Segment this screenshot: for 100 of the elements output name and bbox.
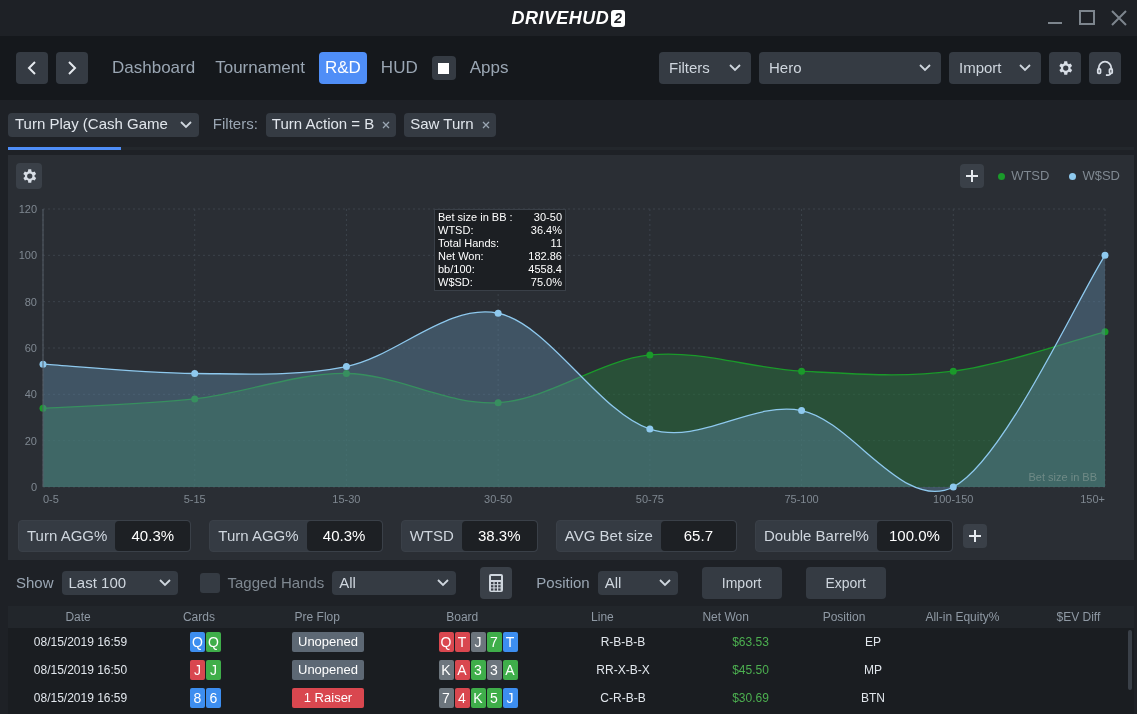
column-header[interactable]: Date <box>65 608 91 626</box>
table-cell-text: $45.50 <box>732 662 769 679</box>
tooltip-label: Bet size in BB : <box>438 211 513 224</box>
playing-card: 3 <box>486 660 502 680</box>
chevron-down-icon <box>658 579 671 587</box>
preflop-tag: Unopened <box>292 632 364 652</box>
chart-settings-button[interactable] <box>16 163 42 189</box>
playing-card: 8 <box>190 688 205 708</box>
data-point <box>191 370 199 377</box>
chevron-down-icon <box>437 579 450 587</box>
back-button[interactable] <box>16 52 48 84</box>
column-header[interactable]: Position <box>822 608 866 626</box>
x-tick-label: 5-15 <box>183 493 206 505</box>
tooltip-label: W$SD: <box>438 276 473 289</box>
playing-card: K <box>470 688 486 708</box>
show-dropdown[interactable]: Last 100 <box>61 571 178 595</box>
column-header[interactable]: Line <box>591 608 614 626</box>
data-point <box>949 483 957 491</box>
column-header[interactable]: Pre Flop <box>294 608 340 626</box>
add-button[interactable] <box>960 164 985 188</box>
tooltip-value: 11 <box>550 237 562 250</box>
playing-card: Q <box>438 632 454 652</box>
import-button[interactable]: Import <box>701 567 782 599</box>
tooltip-value: 75.0% <box>530 276 562 289</box>
x-tick-label: 150+ <box>1080 493 1105 505</box>
nav-tab[interactable]: Tournament <box>209 52 311 84</box>
filters-dropdown[interactable]: Filters <box>659 52 751 84</box>
report-dropdown[interactable]: Turn Play (Cash Game <box>8 112 199 137</box>
tooltip-value: 4558.4 <box>528 263 562 276</box>
table-cell-text: R-B-B-B <box>600 634 646 651</box>
data-point <box>646 425 654 433</box>
close-icon[interactable] <box>382 120 391 129</box>
table-cell-text: EP <box>865 634 881 651</box>
nav-tab[interactable]: Dashboard <box>106 52 202 84</box>
data-point <box>798 367 806 375</box>
import-dropdown[interactable]: Import <box>949 52 1041 84</box>
nav-tab[interactable]: HUD <box>374 52 424 84</box>
stat-label: AVG Bet size <box>564 525 654 546</box>
add-stat-button[interactable] <box>962 524 987 548</box>
x-tick-label: 30-50 <box>484 493 513 505</box>
stat-label: Turn AGG% <box>27 525 109 546</box>
close-icon[interactable] <box>1109 8 1129 28</box>
tooltip-label: Total Hands: <box>438 237 500 250</box>
x-tick-label: 50-75 <box>635 493 664 505</box>
data-point <box>949 367 957 375</box>
plus-icon <box>965 169 980 183</box>
position-dropdown[interactable]: All <box>597 571 678 595</box>
data-point <box>494 399 502 407</box>
preflop-tag: Unopened <box>292 660 364 680</box>
nav-link[interactable]: Apps <box>463 55 515 81</box>
hud-checkbox[interactable] <box>431 56 456 80</box>
legend-label: WTSD <box>1011 167 1050 186</box>
y-tick-label: 0 <box>30 481 37 493</box>
x-tick-label: 0-5 <box>43 493 59 505</box>
filter-chip[interactable]: Turn Action = B <box>265 112 397 137</box>
playing-card: J <box>190 660 205 680</box>
table-cell-text: $63.53 <box>732 634 769 651</box>
maximize-icon[interactable] <box>1077 8 1097 28</box>
playing-card: Q <box>206 632 221 652</box>
chevron-down-icon <box>158 579 171 587</box>
column-header[interactable]: Cards <box>182 608 215 626</box>
playing-card: J <box>470 632 486 652</box>
tooltip-label: Net Won: <box>438 250 484 263</box>
column-header[interactable]: Board <box>446 608 479 626</box>
support-button[interactable] <box>1089 52 1121 84</box>
stat-label: Turn AGG% <box>218 525 300 546</box>
forward-button[interactable] <box>56 52 88 84</box>
settings-button[interactable] <box>1049 52 1081 84</box>
column-header[interactable]: All-in Equity% <box>925 608 1000 626</box>
table-cell-text: MP <box>864 662 882 679</box>
logo-text: DRIVEHUD <box>511 6 610 30</box>
tagged-dropdown[interactable]: All <box>332 571 457 595</box>
column-header[interactable]: $EV Diff <box>1056 608 1101 626</box>
logo-badge: 2 <box>611 9 626 27</box>
tagged-checkbox[interactable] <box>199 573 220 593</box>
playing-card: 6 <box>206 688 221 708</box>
table-cell-text: $30.69 <box>732 690 769 707</box>
close-icon[interactable] <box>481 120 490 129</box>
playing-card: T <box>502 632 518 652</box>
calculator-button[interactable] <box>480 567 513 599</box>
y-tick-label: 100 <box>18 249 37 262</box>
playing-card: K <box>438 660 454 680</box>
filter-chip[interactable]: Saw Turn <box>404 112 496 137</box>
show-label: Show <box>16 572 54 593</box>
tooltip-value: 36.4% <box>530 224 562 237</box>
stat-value: 65.7 <box>660 521 736 551</box>
y-tick-label: 20 <box>24 434 37 447</box>
playing-card: 5 <box>486 688 502 708</box>
chevron-down-icon <box>729 64 741 72</box>
player-dropdown[interactable]: Hero <box>759 52 941 84</box>
y-tick-label: 80 <box>24 295 37 308</box>
stat-value: 40.3% <box>306 521 382 551</box>
chevron-down-icon <box>919 64 931 72</box>
export-button[interactable]: Export <box>805 567 886 599</box>
data-point <box>1101 328 1109 336</box>
playing-card: A <box>454 660 470 680</box>
column-header[interactable]: Net Won <box>702 608 749 626</box>
scrollbar[interactable] <box>1128 630 1132 690</box>
stat-value: 38.3% <box>461 521 537 551</box>
calculator-icon <box>489 574 504 592</box>
